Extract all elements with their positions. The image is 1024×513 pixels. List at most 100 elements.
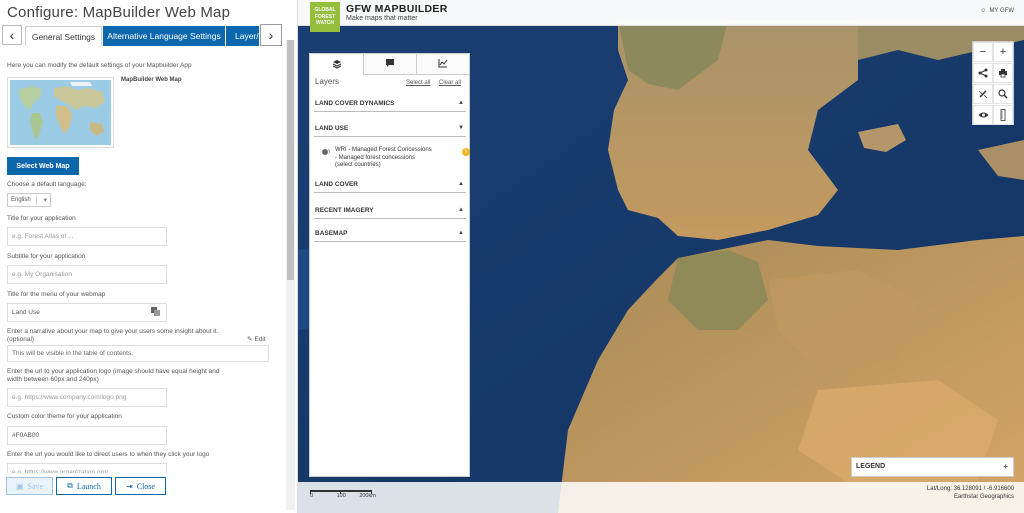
color-theme-input[interactable]: #F0AB00 [7, 426, 167, 445]
color-theme-label: Custom color theme for your application [7, 413, 122, 420]
attribution-text: Earthstar Geographics [953, 494, 1014, 500]
search-button[interactable] [993, 84, 1013, 104]
tab-layers-panel[interactable] [310, 54, 363, 75]
language-select-value: English [11, 197, 31, 203]
layers-title: Layers [315, 77, 340, 86]
layer-item-line-3: (select countries) [335, 162, 381, 168]
save-label: Save [27, 481, 44, 491]
webmap-thumbnail [7, 77, 114, 148]
layer-group-label: LAND COVER [315, 181, 358, 188]
map-controls: − + [972, 41, 1014, 125]
tabs-prev-button[interactable]: ‹ [2, 25, 22, 45]
legend-label: LEGEND [856, 463, 886, 470]
pencil-ruler-icon [978, 90, 988, 99]
layer-group-land-cover[interactable]: LAND COVER ▲ [314, 177, 466, 193]
tab-alternative-language[interactable]: Alternative Language Settings [103, 26, 225, 46]
print-button[interactable] [993, 63, 1013, 83]
edit-narrative-button[interactable]: ✎ Edit [247, 335, 266, 344]
config-tabs: ‹ General Settings Alternative Language … [0, 24, 297, 46]
zoom-out-button[interactable]: − [973, 42, 993, 62]
logo-url-input[interactable]: e.g. https://www.company.com/logo.png [7, 388, 167, 407]
language-select[interactable]: English ▾ [7, 193, 51, 207]
launch-label: Launch [76, 481, 101, 491]
close-label: Close [136, 481, 155, 491]
layer-group-label: LAND COVER DYNAMICS [315, 100, 395, 107]
share-button[interactable] [973, 63, 993, 83]
launch-button[interactable]: ⧉ Launch [56, 477, 112, 495]
select-web-map-button[interactable]: Select Web Map [7, 157, 79, 175]
pencil-icon: ✎ [247, 336, 253, 343]
narrative-label: Enter a narrative about your map to give… [7, 328, 219, 335]
layer-group-label: RECENT IMAGERY [315, 207, 374, 214]
tabs-next-button[interactable]: › [260, 24, 282, 46]
legend-panel[interactable]: LEGEND + [851, 457, 1014, 477]
draw-button[interactable] [973, 84, 993, 104]
my-gfw-label: MY GFW [989, 8, 1014, 14]
layer-toggle-switch[interactable] [321, 148, 330, 156]
scale-bar-labels: 0 100 200km [310, 493, 390, 499]
logo-link-label: Enter the url you would like to direct u… [7, 451, 210, 458]
layer-item-line-2: - Managed forest concessions [335, 154, 416, 161]
app-root: Configure: MapBuilder Web Map ‹ General … [0, 0, 1024, 513]
chevron-up-icon: ▲ [458, 100, 464, 106]
info-icon[interactable]: i [462, 148, 470, 156]
edit-label: Edit [254, 335, 266, 343]
layer-group-recent-imagery[interactable]: RECENT IMAGERY ▲ [314, 203, 466, 219]
floppy-icon: ▣ [15, 481, 24, 491]
layer-group-basemap[interactable]: BASEMAP ▲ [314, 226, 466, 242]
tab-layers[interactable]: Layer/ [226, 26, 259, 46]
select-all-link[interactable]: Select all [406, 80, 430, 86]
subtitle-input[interactable]: e.g. My Organisation [7, 265, 167, 284]
external-link-icon: ⧉ [67, 481, 73, 490]
map-coordinates: Lat/Long: 36.128091 / -6.916600 Earthsta… [927, 485, 1014, 501]
gfw-header: GFW MAPBUILDER Make maps that matter ☺ M… [298, 0, 1024, 26]
tab-analysis-panel[interactable] [416, 54, 469, 75]
intro-text: Here you can modify the default settings… [7, 62, 192, 69]
save-button[interactable]: ▣ Save [6, 477, 53, 495]
chevron-up-icon: ▲ [458, 181, 464, 187]
share-icon [978, 68, 988, 78]
search-icon [998, 89, 1008, 99]
layer-item-line-1: WRI - Managed Forest Concessions [335, 147, 432, 153]
close-button[interactable]: ⇥ Close [115, 477, 166, 495]
tab-general-settings[interactable]: General Settings [25, 26, 102, 46]
my-gfw-button[interactable]: ☺ MY GFW [980, 8, 1014, 14]
lat-long-readout: Lat/Long: 36.128091 / -6.916600 [926, 486, 1014, 492]
narrative-input[interactable]: This will be visible in the table of con… [7, 345, 269, 362]
gfw-app-title: GFW MAPBUILDER [346, 3, 448, 15]
layer-item-text: WRI - Managed Forest Concessions - Manag… [335, 147, 432, 170]
user-icon: ☺ [980, 8, 987, 14]
layer-group-land-use[interactable]: LAND USE ▼ [314, 121, 466, 137]
zoom-in-button[interactable]: + [993, 42, 1013, 62]
app-title-input[interactable]: e.g. Forest Atlas of ... [7, 227, 167, 246]
expand-icon: + [1003, 462, 1008, 471]
translate-icon[interactable] [151, 307, 160, 316]
map-view[interactable]: GFW MAPBUILDER Make maps that matter ☺ M… [298, 0, 1024, 513]
menu-title-input[interactable]: Land Use [7, 303, 167, 322]
layer-item-managed-forest-concessions: WRI - Managed Forest Concessions - Manag… [318, 146, 470, 176]
scale-label-200: 200km [359, 493, 376, 499]
layer-panel-tabs [310, 54, 469, 75]
exit-icon: ⇥ [126, 481, 133, 491]
gfw-logo-line-1: GLOBAL [314, 7, 336, 13]
layer-group-label: BASEMAP [315, 230, 348, 237]
language-label: Choose a default language: [7, 181, 87, 188]
config-scrollbar-thumb[interactable] [287, 40, 294, 280]
logo-url-label-2: width between 60px and 240px) [7, 376, 99, 383]
config-title: Configure: MapBuilder Web Map [7, 4, 231, 21]
logo-url-label: Enter the url to your application logo (… [7, 368, 220, 375]
gfw-logo[interactable]: GLOBAL FOREST WATCH [310, 2, 340, 32]
chevron-down-icon: ▾ [43, 197, 47, 204]
line-chart-icon [438, 55, 448, 73]
printer-icon [999, 69, 1007, 78]
subtitle-label: Subtitle for your application [7, 253, 86, 260]
layer-group-land-cover-dynamics[interactable]: LAND COVER DYNAMICS ▲ [314, 96, 466, 112]
narrative-optional-label: (optional) [7, 336, 35, 343]
chevron-down-icon: ▼ [458, 125, 464, 131]
measure-button[interactable] [993, 105, 1013, 125]
clear-all-link[interactable]: Clear all [439, 80, 461, 86]
visibility-button[interactable] [973, 105, 993, 125]
tab-info-panel[interactable] [363, 54, 416, 75]
scale-label-100: 100 [336, 493, 346, 499]
chevron-up-icon: ▲ [458, 207, 464, 213]
